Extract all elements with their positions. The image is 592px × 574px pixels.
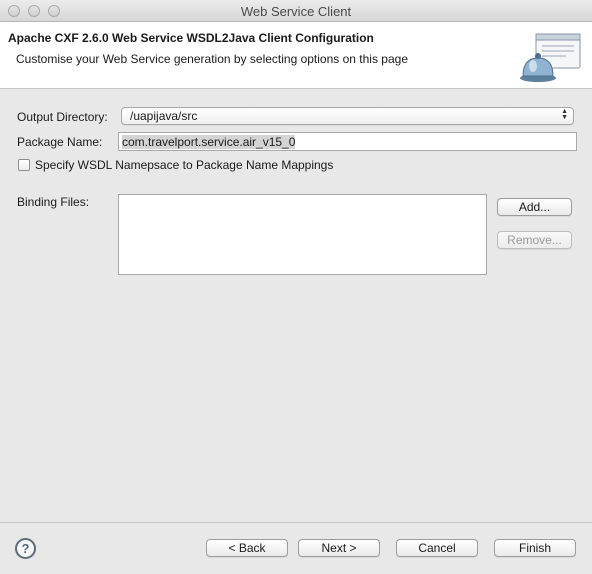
binding-files-label: Binding Files: [17, 195, 90, 209]
namespace-mapping-label[interactable]: Specify WSDL Namepsace to Package Name M… [35, 158, 333, 172]
footer-separator [0, 522, 592, 523]
finish-button[interactable]: Finish [494, 539, 576, 557]
binding-files-list[interactable] [118, 194, 487, 275]
updown-arrows-icon: ▲ ▼ [561, 108, 568, 121]
help-icon[interactable]: ? [15, 538, 36, 559]
package-name-value: com.travelport.service.air_v15_0 [122, 135, 296, 149]
back-button[interactable]: < Back [206, 539, 288, 557]
window-title: Web Service Client [240, 4, 352, 19]
package-name-label: Package Name: [17, 135, 103, 149]
output-directory-select[interactable]: /uapijava/src ▲ ▼ [121, 107, 574, 125]
output-directory-value: /uapijava/src [130, 109, 198, 123]
package-name-input[interactable]: com.travelport.service.air_v15_0 [118, 132, 577, 151]
title-bar: Web Service Client [0, 0, 592, 22]
page-title: Apache CXF 2.6.0 Web Service WSDL2Java C… [8, 31, 374, 45]
namespace-mapping-checkbox[interactable] [18, 159, 30, 171]
next-button[interactable]: Next > [298, 539, 380, 557]
output-directory-label: Output Directory: [17, 110, 108, 124]
web-service-client-window: Web Service Client Apache CXF 2.6.0 Web … [0, 0, 592, 574]
remove-binding-button[interactable]: Remove... [497, 231, 572, 249]
page-description: Customise your Web Service generation by… [16, 52, 408, 66]
wizard-banner: Apache CXF 2.6.0 Web Service WSDL2Java C… [0, 22, 592, 89]
web-service-bell-icon [514, 28, 584, 87]
cancel-button[interactable]: Cancel [396, 539, 478, 557]
add-binding-button[interactable]: Add... [497, 198, 572, 216]
